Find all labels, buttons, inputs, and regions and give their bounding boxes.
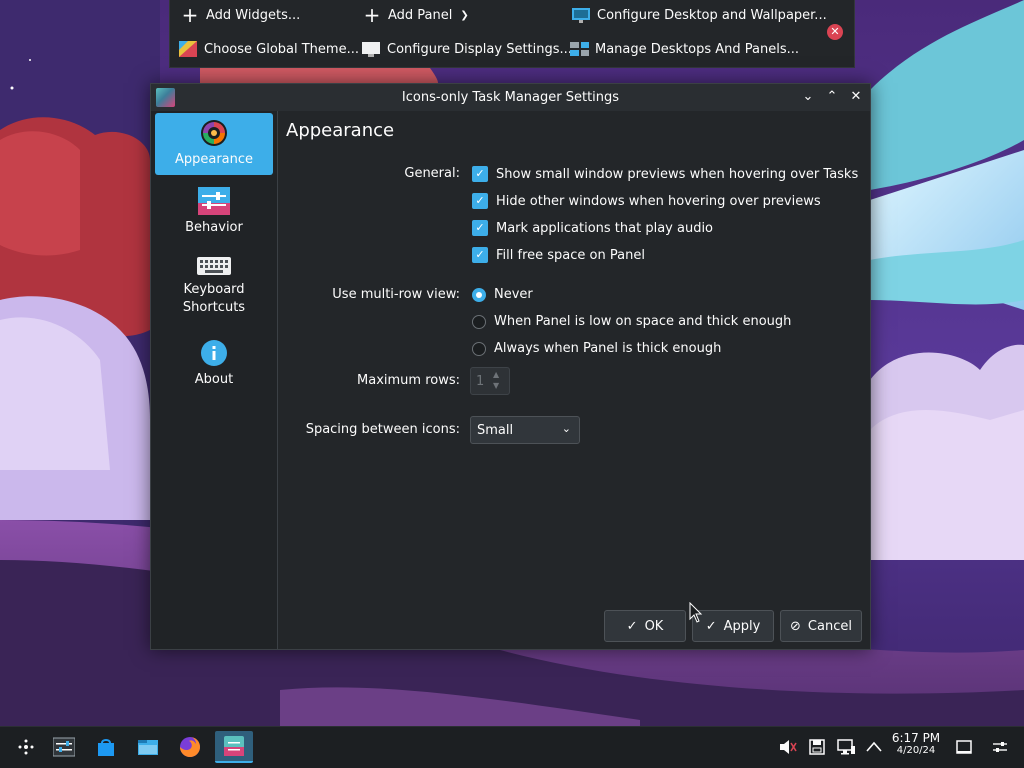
desktop-edit-toolbar: + Add Widgets... + Add Panel ❯ Configure… — [169, 0, 855, 68]
behavior-sliders-icon — [198, 187, 230, 215]
configure-desktop-label: Configure Desktop and Wallpaper... — [597, 7, 827, 23]
ok-label: OK — [644, 618, 664, 634]
max-rows-label: Maximum rows: — [357, 373, 460, 388]
volume-muted-icon[interactable] — [777, 737, 797, 757]
page-title: Appearance — [286, 120, 395, 141]
clock-date[interactable]: 4/20/24 — [886, 745, 946, 756]
global-theme-icon — [178, 40, 198, 58]
settings-sidebar: Appearance Behavior Keyboard Shortcuts A… — [151, 111, 278, 649]
sidebar-item-label: Appearance — [174, 152, 254, 167]
clock-time[interactable]: 6:17 PM — [886, 731, 946, 745]
radio-always[interactable]: Always when Panel is thick enough — [472, 341, 721, 356]
sidebar-item-behavior[interactable]: Behavior — [155, 181, 273, 241]
info-icon — [200, 339, 228, 367]
choose-global-theme-label: Choose Global Theme... — [204, 41, 359, 57]
keyboard-icon — [197, 255, 231, 277]
firefox-icon[interactable] — [173, 731, 207, 763]
radio-label: Always when Panel is thick enough — [494, 341, 722, 356]
sidebar-item-label: About — [194, 372, 234, 387]
sidebar-item-label: Keyboard Shortcuts — [182, 282, 246, 315]
chevron-down-icon: ❯ — [460, 9, 469, 21]
sidebar-item-appearance[interactable]: Appearance — [155, 113, 273, 175]
checkbox-checked-icon: ✓ — [472, 166, 488, 182]
configure-display-button[interactable]: Configure Display Settings... — [361, 36, 572, 62]
radio-never[interactable]: Never — [472, 287, 533, 302]
add-panel-button[interactable]: + Add Panel ❯ — [362, 2, 469, 28]
checkbox-hide-other-windows[interactable]: ✓ Hide other windows when hovering over … — [472, 193, 821, 209]
system-settings-icon[interactable] — [47, 731, 81, 763]
network-icon[interactable] — [836, 737, 856, 757]
plus-icon: + — [363, 3, 381, 27]
checkbox-checked-icon: ✓ — [472, 220, 488, 236]
disks-devices-icon[interactable] — [807, 737, 827, 757]
checkbox-checked-icon: ✓ — [472, 247, 488, 263]
cancel-label: Cancel — [807, 618, 852, 634]
apply-label: Apply — [723, 618, 761, 634]
cancel-icon: ⊘ — [790, 618, 801, 634]
checkbox-label: Mark applications that play audio — [496, 220, 714, 236]
close-icon[interactable]: ✕ — [846, 87, 866, 107]
spacing-value: Small — [477, 423, 514, 438]
settings-dialog: Icons-only Task Manager Settings ⌄ ⌃ ✕ A… — [150, 83, 871, 650]
desktop-wallpaper-icon — [571, 6, 591, 24]
radio-selected-icon — [472, 287, 486, 302]
show-desktop-icon[interactable] — [954, 737, 974, 757]
close-edit-mode-icon[interactable]: ✕ — [827, 24, 843, 40]
settings-content: Appearance General: ✓ Show small window … — [278, 111, 870, 649]
application-launcher-icon[interactable] — [9, 731, 43, 763]
task-manager-settings-taskbar-entry[interactable] — [215, 731, 253, 763]
configure-display-label: Configure Display Settings... — [387, 41, 572, 57]
radio-low-space[interactable]: When Panel is low on space and thick eno… — [472, 314, 791, 329]
dialog-titlebar[interactable]: Icons-only Task Manager Settings ⌄ ⌃ ✕ — [151, 84, 870, 112]
discover-store-icon[interactable] — [89, 731, 123, 763]
multirow-label: Use multi-row view: — [332, 287, 460, 302]
check-icon: ✓ — [705, 618, 717, 634]
add-panel-label: Add Panel — [388, 7, 453, 23]
taskbar: 6:17 PM 4/20/24 — [0, 726, 1024, 768]
checkbox-label: Fill free space on Panel — [496, 247, 645, 263]
minimize-icon[interactable]: ⌄ — [798, 87, 818, 107]
desktops-panels-icon — [569, 40, 589, 58]
checkbox-label: Show small window previews when hovering… — [496, 166, 859, 182]
spin-down-icon[interactable]: ▼ — [493, 381, 499, 390]
radio-label: When Panel is low on space and thick eno… — [494, 314, 792, 329]
chevron-down-icon: ⌄ — [561, 422, 571, 435]
sidebar-item-about[interactable]: About — [155, 333, 273, 391]
mouse-cursor-icon — [689, 602, 703, 623]
add-widgets-label: Add Widgets... — [206, 7, 301, 23]
checkbox-checked-icon: ✓ — [472, 193, 488, 209]
dialog-title: Icons-only Task Manager Settings — [401, 90, 620, 105]
manage-desktops-label: Manage Desktops And Panels... — [595, 41, 800, 57]
checkbox-fill-free-space[interactable]: ✓ Fill free space on Panel — [472, 247, 645, 263]
ok-button[interactable]: ✓ OK — [604, 610, 686, 642]
general-label: General: — [404, 166, 460, 181]
manage-desktops-button[interactable]: Manage Desktops And Panels... — [569, 36, 799, 62]
max-rows-value: 1 — [476, 374, 485, 389]
apply-button[interactable]: ✓ Apply — [692, 610, 774, 642]
sidebar-item-keyboard-shortcuts[interactable]: Keyboard Shortcuts — [155, 249, 273, 323]
maximize-icon[interactable]: ⌃ — [822, 87, 842, 107]
sidebar-item-label: Behavior — [185, 220, 243, 235]
radio-unselected-icon — [472, 314, 486, 329]
panel-configure-icon[interactable] — [990, 737, 1010, 757]
display-icon — [361, 40, 381, 58]
plus-icon: + — [181, 3, 199, 27]
radio-label: Never — [494, 287, 533, 302]
checkbox-mark-audio[interactable]: ✓ Mark applications that play audio — [472, 220, 713, 236]
spacing-label: Spacing between icons: — [305, 422, 460, 437]
spin-up-icon[interactable]: ▲ — [493, 370, 499, 379]
show-hidden-icons-icon[interactable] — [864, 737, 884, 757]
configure-desktop-button[interactable]: Configure Desktop and Wallpaper... — [571, 2, 827, 28]
spacing-select[interactable]: Small ⌄ — [470, 416, 580, 444]
file-manager-icon[interactable] — [131, 731, 165, 763]
check-icon: ✓ — [626, 618, 638, 634]
add-widgets-button[interactable]: + Add Widgets... — [180, 2, 301, 28]
checkbox-label: Hide other windows when hovering over pr… — [496, 193, 821, 209]
radio-unselected-icon — [472, 341, 486, 356]
cancel-button[interactable]: ⊘ Cancel — [780, 610, 862, 642]
choose-global-theme-button[interactable]: Choose Global Theme... — [178, 36, 359, 62]
max-rows-spinbox[interactable]: 1 ▲ ▼ — [470, 367, 510, 395]
checkbox-show-previews[interactable]: ✓ Show small window previews when hoveri… — [472, 166, 858, 182]
color-wheel-icon — [200, 119, 228, 147]
